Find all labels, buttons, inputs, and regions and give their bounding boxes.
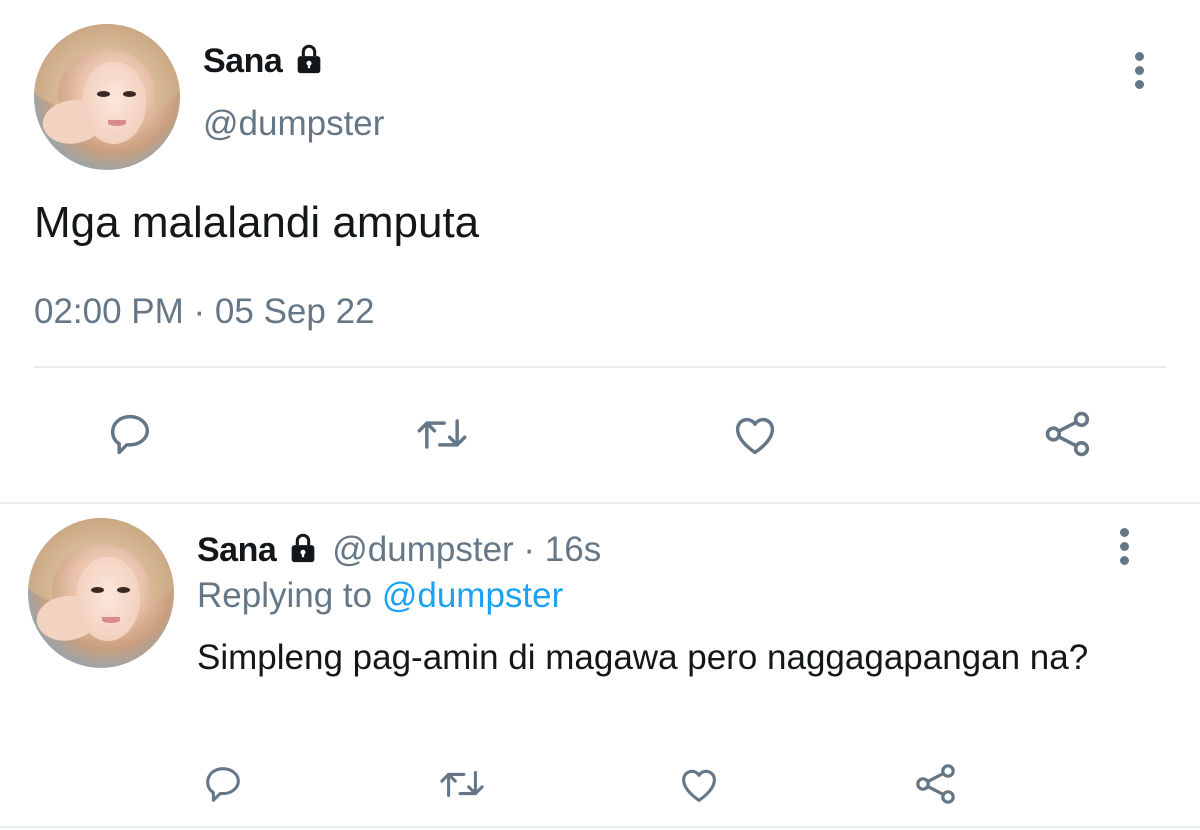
- avatar-face: [76, 557, 141, 641]
- lock-icon: [292, 42, 326, 81]
- author-row: Sana @dumpster · 16s: [197, 530, 601, 570]
- tweet-thread: Sana @dumpster Mga malalandi amputa 02:0…: [0, 0, 1200, 830]
- author-handle[interactable]: @dumpster: [203, 104, 384, 144]
- like-button[interactable]: [671, 756, 727, 812]
- main-tweet: Sana @dumpster Mga malalandi amputa 02:0…: [0, 0, 1200, 502]
- retweet-icon: [417, 419, 467, 449]
- retweet-icon: [440, 770, 484, 798]
- like-icon: [735, 417, 775, 455]
- reply-button[interactable]: [195, 756, 251, 812]
- author-name[interactable]: Sana: [203, 42, 283, 81]
- more-options-icon[interactable]: [1133, 52, 1145, 94]
- retweet-button[interactable]: [434, 756, 490, 812]
- reply-button[interactable]: [98, 404, 162, 464]
- avatar[interactable]: [28, 518, 174, 668]
- avatar-eye: [96, 91, 110, 97]
- avatar-mouth: [102, 617, 120, 623]
- divider: [0, 826, 1200, 828]
- replying-prefix: Replying to: [197, 576, 373, 615]
- action-bar: [0, 756, 1200, 812]
- share-icon: [916, 764, 955, 804]
- share-button[interactable]: [908, 756, 964, 812]
- avatar[interactable]: [34, 24, 180, 170]
- tweet-text: Simpleng pag-amin di magawa pero naggaga…: [197, 638, 1089, 677]
- retweet-button[interactable]: [410, 404, 474, 464]
- tweet-timestamp: 02:00 PM · 05 Sep 22: [34, 292, 375, 331]
- author-name[interactable]: Sana: [197, 531, 277, 570]
- reply-tweet[interactable]: Sana @dumpster · 16s Replying to @dumpst…: [0, 504, 1200, 830]
- replying-mention-link[interactable]: @dumpster: [382, 576, 563, 615]
- avatar-eye: [90, 587, 104, 593]
- tweet-text: Mga malalandi amputa: [34, 198, 480, 247]
- lock-icon: [286, 531, 320, 570]
- like-button[interactable]: [723, 404, 787, 464]
- reply-icon: [110, 414, 150, 455]
- divider: [34, 366, 1166, 368]
- author-row: Sana: [203, 42, 326, 81]
- replying-to: Replying to @dumpster: [197, 576, 563, 616]
- share-icon: [1045, 411, 1090, 457]
- reply-icon: [206, 767, 240, 802]
- avatar-face: [82, 61, 147, 144]
- action-bar: [0, 404, 1200, 464]
- author-handle-time[interactable]: @dumpster · 16s: [332, 530, 601, 570]
- more-options-icon[interactable]: [1118, 528, 1130, 570]
- share-button[interactable]: [1036, 404, 1100, 464]
- like-icon: [682, 769, 716, 802]
